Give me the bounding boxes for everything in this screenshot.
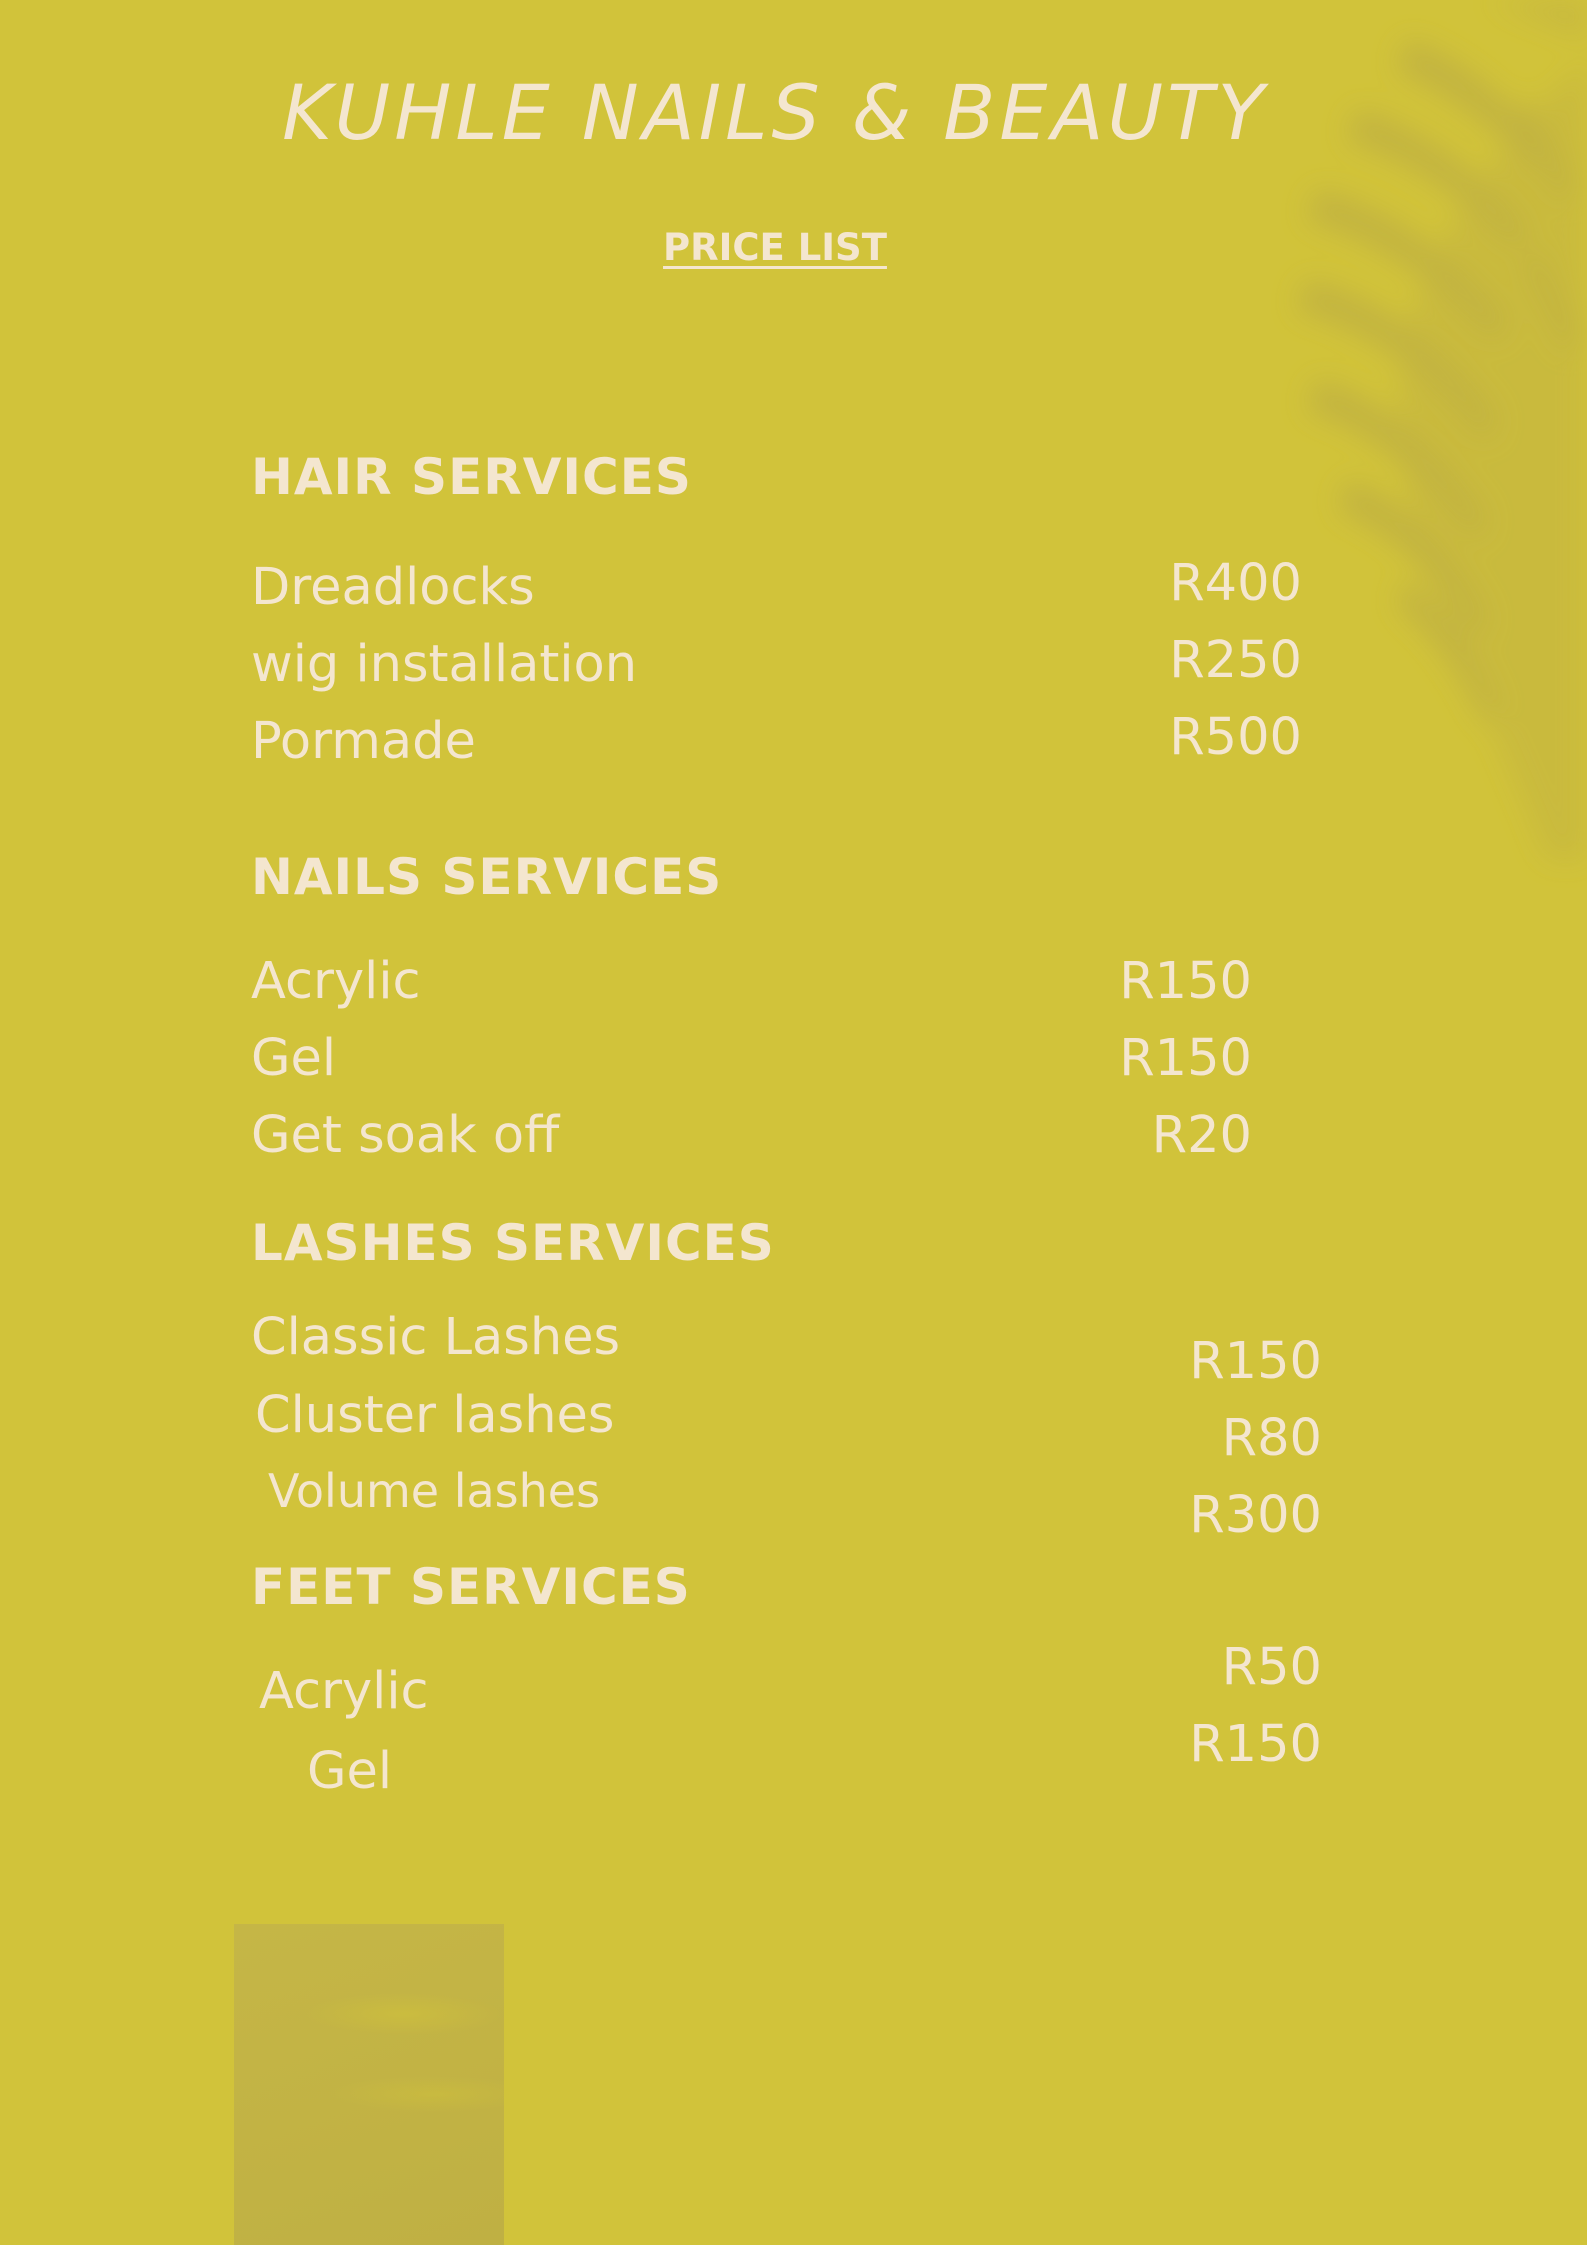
service-price: R150 [1189,1715,1322,1774]
service-price: R400 [1169,554,1302,613]
section-heading-feet: FEET SERVICES [251,1558,691,1616]
service-price: R500 [1169,708,1302,767]
service-price: R50 [1221,1638,1322,1697]
service-price: R20 [1151,1106,1252,1165]
section-heading-lashes: LASHES SERVICES [251,1214,775,1272]
service-name: Acrylic [251,952,421,1011]
service-price: R300 [1189,1486,1322,1545]
corner-shadow-block [234,1924,504,2245]
service-name: Volume lashes [268,1464,601,1518]
service-name: Gel [307,1742,393,1801]
section-heading-nails: NAILS SERVICES [251,848,723,906]
service-price: R150 [1119,1029,1252,1088]
service-price: R150 [1119,952,1252,1011]
service-name: Cluster lashes [255,1386,615,1445]
service-name: Get soak off [251,1106,560,1165]
service-price: R150 [1189,1332,1322,1391]
service-name: Pormade [251,712,476,771]
service-name: Acrylic [259,1662,429,1721]
service-name: Classic Lashes [251,1308,621,1367]
service-price: R80 [1221,1409,1322,1468]
service-name: Gel [251,1029,337,1088]
service-name: Dreadlocks [251,558,535,617]
section-heading-hair: HAIR SERVICES [251,448,692,506]
service-name: wig installation [251,635,638,694]
price-list-heading: PRICE LIST [663,226,887,269]
service-price: R250 [1169,631,1302,690]
business-title: KUHLE NAILS & BEAUTY [282,68,1268,157]
